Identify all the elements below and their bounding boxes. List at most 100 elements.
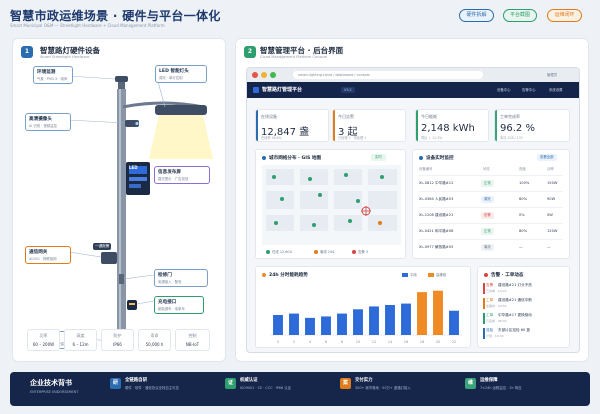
window-close-icon[interactable] <box>252 72 258 78</box>
page-subtitle: Smart Municipal O&M — Streetlight Hardwa… <box>10 23 165 28</box>
cell-brightness: 80% <box>519 229 527 233</box>
spec-power: 功率 60 – 200W <box>27 329 60 351</box>
kpi-work-orders[interactable]: 工单完成率 96.2 % 本月 128 / 133 <box>494 109 570 142</box>
bar-flat <box>273 315 283 335</box>
footer-item-desc: 硬件 · 软件 · 通信协议全栈自主可控 <box>125 386 179 390</box>
callout-title: 信息发布屏 <box>158 170 181 175</box>
kpi-label: 今日告警 <box>338 114 354 119</box>
cell-id: XL-1208 建设路#21 <box>419 213 454 217</box>
x-tick-label: 0 <box>277 340 280 344</box>
callout-desc: 调光 · 单灯控制 <box>159 76 183 80</box>
spec-lifetime: 寿命 50,000 h <box>138 329 171 351</box>
footer-item-title: 交付实力 <box>355 378 373 383</box>
legend-dot-alarm <box>352 250 356 254</box>
certificate-icon: 证 <box>225 378 236 389</box>
table-row[interactable]: XL-1208 建设路#21 告警 0% 0W <box>419 207 563 223</box>
x-tick-label: 14 <box>388 340 393 344</box>
table-row[interactable]: XL-0421 和平路#08 正常 80% 120W <box>419 223 563 239</box>
nav-alarms[interactable]: 告警中心 <box>522 87 536 92</box>
table-row[interactable]: XL-0977 解放路#05 离线 — — <box>419 239 563 255</box>
x-tick-label: 20 <box>436 340 441 344</box>
alarm-type: 工单 <box>486 298 494 302</box>
nav-devices[interactable]: 设备中心 <box>497 87 511 92</box>
rd-icon: 研 <box>110 378 121 389</box>
kpi-label: 工单完成率 <box>500 114 520 119</box>
kpi-alarms[interactable]: 今日告警 3 起 已处理 2 · 待处理 1 <box>332 109 406 142</box>
chart-title-dot <box>262 273 266 277</box>
alarm-item[interactable]: 工单 建设路#21 通信中断 处理中 · 09:52 <box>483 298 561 311</box>
window-maximize-icon[interactable] <box>270 72 276 78</box>
spec-height: 高度 6 – 12m <box>64 329 97 351</box>
callout-title: 通信网关 <box>29 250 48 255</box>
x-tick-label: 4 <box>309 340 312 344</box>
alarm-list-title: 告警 · 工单动态 <box>491 273 524 278</box>
callout-desc: 气象 · PM2.5 · 噪声 <box>37 77 68 81</box>
bar-peak <box>417 292 427 335</box>
led-lamp-head <box>155 105 207 115</box>
pill-platform[interactable]: 平台截图 <box>503 9 537 22</box>
view-all-button[interactable]: 查看全部 <box>537 154 557 161</box>
callout-camera: 高清摄像头 AI 识别 · 视频监控 <box>25 113 71 131</box>
cell-power: 120W <box>547 229 558 233</box>
alarm-item[interactable]: 告警 建设路#21 灯头不亮 已派单 · 10:24 <box>483 283 561 296</box>
alarm-item[interactable]: 工单 中华路#17 更换驱动 已完成 · 08:40 <box>483 313 561 326</box>
bar-flat <box>305 317 315 335</box>
alarm-meta: 计划 · 14:00 <box>486 334 504 338</box>
light-pole <box>117 89 126 345</box>
env-sensor <box>115 76 128 82</box>
x-tick-label: 18 <box>420 340 425 344</box>
cell-power: 0W <box>547 213 553 217</box>
map-title: 城市网格分布 · GIS 地图 <box>269 156 322 161</box>
footer-title: 企业技术背书 <box>30 379 72 387</box>
callout-ev-port: 充电接口 新能源车 · 电单车 <box>154 296 204 314</box>
table-row[interactable]: XL-0812 中华路#12 正常 100% 150W <box>419 175 563 191</box>
legend-peak: 高峰段 <box>436 273 447 277</box>
spec-label: 高度 <box>76 333 85 338</box>
col-header: 功率 <box>547 167 554 171</box>
app-header: 智慧路灯管理平台 V3.2 设备中心 告警中心 系统设置 <box>247 82 579 98</box>
kpi-sub: 已处理 2 · 待处理 1 <box>338 136 367 140</box>
nav-settings[interactable]: 系统设置 <box>549 87 563 92</box>
kpi-sub: 同比 ↓ 12.3% <box>421 136 443 140</box>
footer-item-title: 运维保障 <box>480 378 498 383</box>
status-badge: 正常 <box>481 228 494 235</box>
cell-id: XL-0812 中华路#12 <box>419 181 454 185</box>
map-marker-offline <box>378 221 382 225</box>
info-screen-text: LED <box>129 165 138 170</box>
spec-protection: 防护 IP66 <box>101 329 134 351</box>
footer-item-desc: ISO9001 · CE · CCC · IP66 认证 <box>240 386 291 390</box>
alarm-item[interactable]: 巡检 东部片区巡检 60 盏 计划 · 14:00 <box>483 328 561 341</box>
support-icon: 维 <box>465 378 476 389</box>
energy-chart-card: 24h 分时能耗趋势 平段 高峰段 0 2 4 6 8 10 12 14 16 18 20 22 <box>255 266 471 348</box>
bar-flat <box>369 306 379 335</box>
browser-chrome: smart-lighting.cloud / dashboard / conso… <box>247 68 579 82</box>
callout-title: 高清摄像头 <box>29 117 52 122</box>
footer-item-desc: 300+ 城市落地 · 50万+ 盏路灯接入 <box>355 386 411 390</box>
pill-ops[interactable]: 运维闭环 <box>547 9 582 22</box>
bar-peak <box>433 290 443 335</box>
pill-hardware[interactable]: 硬件拆解 <box>459 9 494 22</box>
table-row[interactable]: XL-0364 人民路#03 调光 60% 90W <box>419 191 563 207</box>
cell-power: 150W <box>547 181 558 185</box>
callout-gateway: 通信网关 4G/5G · 物联组网 <box>25 246 71 264</box>
address-bar[interactable]: smart-lighting.cloud / dashboard / conso… <box>293 71 483 79</box>
map-marker-online <box>308 177 312 181</box>
map-marker-online <box>280 197 284 201</box>
table-header: 设备编号 状态 亮度 功率 <box>419 166 565 174</box>
gis-map[interactable] <box>262 165 401 245</box>
spec-label: 控制 <box>188 333 197 338</box>
energy-bar-chart[interactable]: 0 2 4 6 8 10 12 14 16 18 20 22 <box>262 281 466 345</box>
alarm-meta: 已完成 · 08:40 <box>486 319 507 323</box>
kpi-online-devices[interactable]: 在线设备 12,847 盏 在线率 98.6% <box>255 109 329 142</box>
bar-flat <box>321 316 331 335</box>
status-badge: 调光 <box>481 196 494 203</box>
kpi-energy[interactable]: 今日能耗 2,148 kWh 同比 ↓ 12.3% <box>415 109 489 142</box>
hardware-panel: 1 智慧路灯硬件设备 Smart Streetlight Hardware LE… <box>12 38 226 362</box>
window-minimize-icon[interactable] <box>261 72 267 78</box>
map-marker-online <box>318 193 322 197</box>
table-title-dot <box>419 156 423 160</box>
legend-swatch-flat <box>402 273 408 277</box>
footer-subtitle: ENTERPRISE ENDORSEMENT <box>30 390 79 394</box>
alarm-text: 东部片区巡检 60 盏 <box>498 328 531 332</box>
user-menu[interactable]: 管理员 <box>547 72 557 77</box>
